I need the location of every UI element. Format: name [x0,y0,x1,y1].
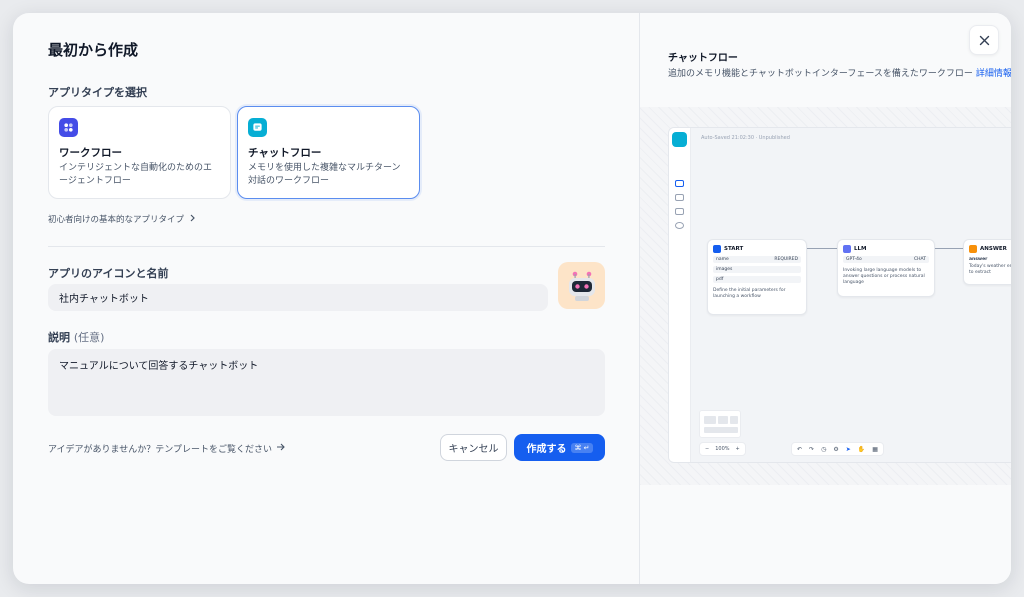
workflow-icon [59,118,78,137]
close-icon [979,35,989,45]
canvas-minimap [699,410,741,438]
start-node: START name REQUIRED images pdf Define the… [707,239,807,315]
start-icon [713,245,721,253]
app-icon-picker[interactable] [558,262,605,309]
app-type-title: ワークフロー [59,147,122,159]
preview-desc-text: 追加のメモリ機能とチャットボットインターフェースを備えたワークフロー [668,69,973,79]
app-type-desc: メモリを使用した複雑なマルチターン対話のワークフロー [248,163,401,186]
node-desc: Invoking large language models to answer… [843,268,925,285]
layout-icon[interactable]: ▦ [872,446,878,453]
answer-field: answer [969,257,988,262]
arrow-right-icon [276,443,286,454]
llm-node: LLM GPT-4o CHAT Invoking large language m… [837,239,935,297]
modal-title: 最初から作成 [48,41,139,59]
description-label-text: 説明 [48,331,70,344]
chatflow-icon [248,118,267,137]
canvas-sidebar [669,128,691,462]
answer-node: ANSWER answer Today's weather entities t… [963,239,1011,285]
cancel-button[interactable]: キャンセル [440,434,507,461]
description-label: 説明 (任意) [48,329,104,345]
pointer-icon[interactable]: ➤ [846,446,851,453]
zoom-in-icon[interactable]: + [736,446,740,452]
node-var-row: pdf [713,276,801,283]
app-type-desc: インテリジェントな自動化のためのエージェントフロー [59,163,213,186]
undo-icon[interactable]: ↶ [797,446,802,453]
node-title: ANSWER [980,246,1007,252]
create-button[interactable]: 作成する ⌘ ↵ [514,434,605,461]
app-name-label: アプリのアイコンと名前 [48,267,169,280]
preview-backdrop: Auto-Saved 21:02:30 · Unpublished START … [640,107,1011,485]
preview-panel: チャットフロー 追加のメモリ機能とチャットボットインターフェースを備えたワークフ… [639,13,1011,584]
app-type-card-chatflow[interactable]: チャットフロー メモリを使用した複雑なマルチターン対話のワークフロー [237,106,420,199]
node-var-row: name REQUIRED [713,256,801,263]
robot-avatar-icon [568,271,595,301]
hand-icon[interactable]: ✋ [858,446,865,453]
app-type-label: アプリタイプを選択 [48,86,147,99]
create-button-label: 作成する [526,444,567,455]
beginner-link-label: 初心者向けの基本的なアプリタイプ [48,215,185,225]
node-desc: Today's weather entities to extract [969,264,1011,275]
workflow-canvas-preview: Auto-Saved 21:02:30 · Unpublished START … [668,127,1011,463]
app-name-input[interactable]: 社内チャットボット [48,284,548,311]
history-icon[interactable]: ◷ [821,446,826,453]
canvas-tool-icon [675,180,684,187]
close-button[interactable] [969,25,999,55]
shortcut-badge: ⌘ ↵ [571,442,593,453]
preview-description: 追加のメモリ機能とチャットボットインターフェースを備えたワークフロー 詳細情報 [668,66,1011,79]
divider [48,246,605,247]
canvas-status: Auto-Saved 21:02:30 · Unpublished [701,135,790,141]
description-textarea[interactable]: マニュアルについて回答するチャットボット [48,349,605,416]
canvas-tool-icon [675,208,684,215]
zoom-out-icon[interactable]: − [705,446,709,452]
model-row: GPT-4o CHAT [843,256,929,263]
chevron-right-icon [189,214,196,225]
settings-icon[interactable]: ⚙ [833,446,838,453]
llm-icon [843,245,851,253]
app-type-card-workflow[interactable]: ワークフロー インテリジェントな自動化のためのエージェントフロー [48,106,231,199]
template-link[interactable]: アイデアがありませんか？テンプレートをご覧ください [48,442,286,455]
node-var-row: images [713,266,801,273]
zoom-toolbar: − 100% + [699,442,746,456]
preview-title: チャットフロー [668,53,738,64]
learn-more-link[interactable]: 詳細情報 [976,69,1011,79]
node-title: LLM [854,246,867,252]
template-link-label: アイデアがありませんか？テンプレートをご覧ください [48,445,273,455]
edge [935,248,963,249]
create-form: 最初から作成 アプリタイプを選択 ワークフロー インテリジェントな自動化のための… [13,13,639,584]
canvas-toolbar: ↶ ↷ ◷ ⚙ ➤ ✋ ▦ [791,442,884,456]
beginner-app-types-link[interactable]: 初心者向けの基本的なアプリタイプ [48,213,196,225]
canvas-tool-icon [675,222,684,229]
redo-icon[interactable]: ↷ [809,446,814,453]
edge [807,248,837,249]
canvas-tool-icon [675,194,684,201]
create-app-modal: 最初から作成 アプリタイプを選択 ワークフロー インテリジェントな自動化のための… [13,13,1011,584]
node-title: START [724,246,744,252]
app-logo-icon [672,132,687,147]
app-type-title: チャットフロー [248,147,322,159]
node-desc: Define the initial parameters for launch… [713,288,786,299]
zoom-level[interactable]: 100% [715,446,729,452]
optional-tag: (任意) [73,331,105,344]
answer-icon [969,245,977,253]
